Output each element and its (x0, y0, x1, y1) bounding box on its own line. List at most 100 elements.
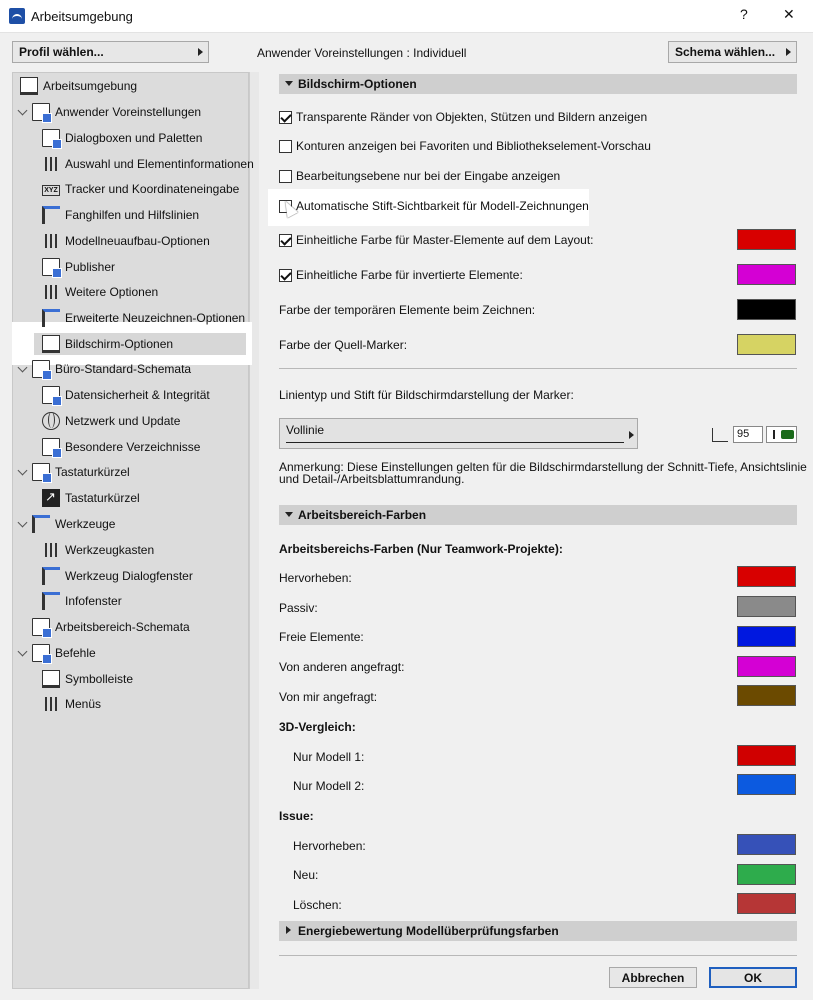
color-swatch-hervorheben[interactable] (737, 566, 796, 587)
tree-item-label: Befehle (55, 646, 96, 660)
color-swatch-issue-hervorheben[interactable] (737, 834, 796, 855)
tree-item-datensicherheit[interactable]: Datensicherheit & Integrität (42, 384, 210, 406)
color-row-label: Nur Modell 2: (293, 779, 365, 793)
checkbox-bearbeitungsebene[interactable]: Bearbeitungsebene nur bei der Eingabe an… (279, 168, 560, 184)
color-swatch-master[interactable] (737, 229, 796, 250)
checkbox-box[interactable] (279, 268, 292, 282)
color-swatch-passiv[interactable] (737, 596, 796, 617)
tree-item-label: Auswahl und Elementinformationen (65, 157, 254, 171)
checkbox-transparente-raender[interactable]: Transparente Ränder von Objekten, Stütze… (279, 109, 647, 125)
checkbox-label: Transparente Ränder von Objekten, Stütze… (296, 110, 648, 124)
schema-dropdown[interactable]: Schema wählen... (668, 41, 797, 63)
cursor-icon (42, 206, 60, 224)
pen-number-field[interactable]: 95 (733, 426, 763, 443)
color-swatch-modell-1[interactable] (737, 745, 796, 766)
xyz-icon: XYZ (42, 185, 60, 196)
checkbox-label: Einheitliche Farbe für invertierte Eleme… (296, 268, 523, 282)
color-swatch-modell-2[interactable] (737, 774, 796, 795)
section-arbeitsbereich-farben[interactable]: Arbeitsbereich-Farben (279, 505, 797, 525)
color-swatch-freie-elemente[interactable] (737, 626, 796, 647)
tree-item-infofenster[interactable]: Infofenster (42, 590, 122, 612)
user-prefs-label: Anwender Voreinstellungen : Individuell (257, 46, 467, 60)
section-energiebewertung[interactable]: Energiebewertung Modellüberprüfungsfarbe… (279, 921, 797, 941)
close-button[interactable]: ✕ (783, 6, 795, 23)
color-swatch-source[interactable] (737, 334, 796, 355)
issue-header: Issue: (279, 809, 314, 823)
tree-item-arbeitsbereich-schemata[interactable]: Arbeitsbereich-Schemata (32, 616, 190, 638)
tree-item-label: Büro-Standard-Schemata (55, 362, 192, 376)
checkbox-master-elemente[interactable]: Einheitliche Farbe für Master-Elemente a… (279, 232, 593, 248)
tree-item-label: Menüs (65, 697, 102, 711)
color-row-label: Nur Modell 1: (293, 750, 365, 764)
line-preview (286, 442, 624, 443)
checkbox-invertierte-elemente[interactable]: Einheitliche Farbe für invertierte Eleme… (279, 267, 523, 283)
section-bildschirm-optionen[interactable]: Bildschirm-Optionen (279, 74, 797, 94)
tree-item-werkzeuge[interactable]: Werkzeuge (32, 513, 115, 535)
tree-item-befehle[interactable]: Befehle (32, 642, 96, 664)
checkbox-konturen[interactable]: Konturen anzeigen bei Favoriten und Bibl… (279, 138, 651, 154)
tree-item-werkzeugkasten[interactable]: Werkzeugkasten (42, 539, 154, 561)
color-row-label: Neu: (293, 868, 319, 882)
color-row-label: Von anderen angefragt: (279, 660, 405, 674)
pen-color-button[interactable] (766, 426, 797, 443)
tree-item-buero-standard[interactable]: Büro-Standard-Schemata (32, 358, 191, 380)
color-swatch-invertiert[interactable] (737, 264, 796, 285)
tree-item-erweiterte-neuzeichnen[interactable]: Erweiterte Neuzeichnen-Optionen (42, 307, 245, 329)
doc-icon (42, 386, 62, 406)
tree-item-menues[interactable]: Menüs (42, 693, 101, 715)
tree-item-auswahl[interactable]: Auswahl und Elementinformationen (42, 153, 254, 175)
tree-item-anwender-voreinstellungen[interactable]: Anwender Voreinstellungen (32, 101, 201, 123)
tree-item-dialogboxen[interactable]: Dialogboxen und Paletten (42, 127, 202, 149)
monitor-icon (42, 335, 60, 353)
divider (279, 955, 797, 956)
checkbox-label: Einheitliche Farbe für Master-Elemente a… (296, 233, 594, 247)
tree-item-label: Besondere Verzeichnisse (65, 440, 201, 454)
tree-item-label: Publisher (65, 260, 116, 274)
color-swatch-issue-loeschen[interactable] (737, 893, 796, 914)
doc-icon (32, 360, 52, 380)
tree-item-tracker[interactable]: XYZ Tracker und Koordinateneingabe (42, 178, 239, 200)
checkbox-box[interactable] (279, 233, 292, 247)
color-swatch-von-mir[interactable] (737, 685, 796, 706)
tree-item-verzeichnisse[interactable]: Besondere Verzeichnisse (42, 436, 200, 458)
tree-item-werkzeug-dialog[interactable]: Werkzeug Dialogfenster (42, 565, 193, 587)
checkbox-label: Automatische Stift-Sichtbarkeit für Mode… (296, 199, 589, 213)
color-swatch-issue-neu[interactable] (737, 864, 796, 885)
checkbox-stift-sichtbarkeit[interactable]: Automatische Stift-Sichtbarkeit für Mode… (279, 198, 589, 214)
tree-item-weitere-optionen[interactable]: Weitere Optionen (42, 281, 158, 303)
triangle-right-icon (286, 926, 291, 934)
checkbox-label: Bearbeitungsebene nur bei der Eingabe an… (296, 169, 561, 183)
folder-icon (42, 438, 62, 458)
profile-dropdown[interactable]: Profil wählen... (12, 41, 209, 63)
tree-item-netzwerk[interactable]: Netzwerk und Update (42, 410, 180, 432)
tree-item-modellneuaufbau[interactable]: Modellneuaufbau-Optionen (42, 230, 210, 252)
doc-icon (32, 618, 52, 638)
cancel-button[interactable]: Abbrechen (609, 967, 697, 988)
tree-item-bildschirm-optionen[interactable]: Bildschirm-Optionen (42, 333, 173, 355)
color-row-label: Löschen: (293, 898, 342, 912)
monitor-icon (20, 77, 38, 95)
checkbox-box[interactable] (279, 110, 292, 124)
tree-item-label: Modellneuaufbau-Optionen (65, 234, 210, 248)
color-swatch-von-anderen[interactable] (737, 656, 796, 677)
tree-item-arbeitsumgebung[interactable]: Arbeitsumgebung (20, 75, 137, 97)
section-title: Energiebewertung Modellüberprüfungsfarbe… (298, 924, 559, 938)
color-row-label: Hervorheben: (293, 839, 366, 853)
help-button[interactable]: ? (740, 6, 748, 22)
ok-button[interactable]: OK (709, 967, 797, 988)
chevron-right-icon (786, 48, 791, 56)
tree-item-publisher[interactable]: Publisher (42, 256, 115, 278)
color-swatch-temp[interactable] (737, 299, 796, 320)
tree-item-symbolleiste[interactable]: Symbolleiste (42, 668, 133, 690)
doc-icon (32, 103, 52, 123)
checkbox-box[interactable] (279, 169, 292, 183)
tree-item-fanghilfen[interactable]: Fanghilfen und Hilfslinien (42, 204, 199, 226)
linetype-dropdown[interactable]: Vollinie (279, 418, 638, 449)
tree-item-label: Werkzeuge (55, 517, 116, 531)
tool-icon (32, 515, 50, 533)
checkbox-box[interactable] (279, 139, 292, 153)
tree-scrollbar[interactable] (249, 72, 259, 989)
tree-item-tastaturkuerzel-group[interactable]: Tastaturkürzel (32, 461, 130, 483)
tree-item-label: Fanghilfen und Hilfslinien (65, 208, 200, 222)
tree-item-tastaturkuerzel[interactable]: Tastaturkürzel (42, 487, 140, 509)
